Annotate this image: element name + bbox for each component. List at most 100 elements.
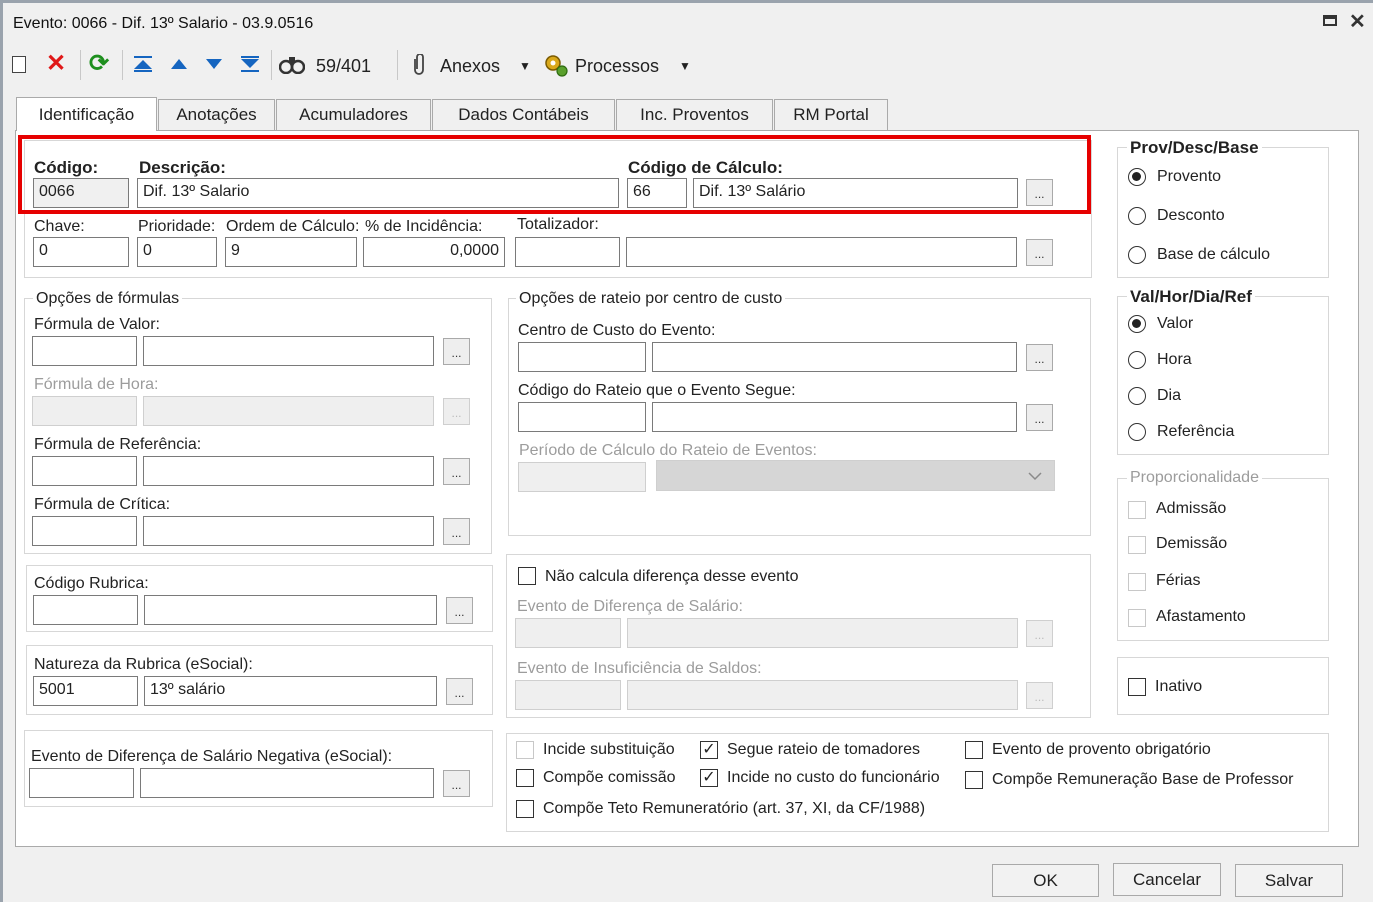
last-record-icon[interactable] xyxy=(239,55,261,73)
formula-critica-label: Fórmula de Crítica: xyxy=(34,496,171,513)
totalizador-field[interactable] xyxy=(515,237,620,267)
rubrica-desc-field[interactable] xyxy=(144,595,437,625)
processes-gear-icon xyxy=(545,55,568,77)
save-button[interactable]: Salvar xyxy=(1235,864,1343,897)
difneg-lookup-button[interactable]: ... xyxy=(443,770,470,797)
valor-radio[interactable] xyxy=(1128,315,1146,333)
natureza-lookup-button[interactable]: ... xyxy=(446,678,473,705)
tab-anotacoes[interactable]: Anotações xyxy=(158,99,275,130)
inativo-label: Inativo xyxy=(1155,678,1203,695)
cancel-button[interactable]: Cancelar xyxy=(1113,863,1221,896)
demissao-label: Demissão xyxy=(1156,535,1228,552)
formula-critica-code-field[interactable] xyxy=(32,516,137,546)
compoe-remuneracao-checkbox[interactable] xyxy=(965,771,983,789)
dia-radio[interactable] xyxy=(1128,387,1146,405)
chevron-down-icon: ▼ xyxy=(679,59,691,73)
periodo-rateio-field xyxy=(518,462,646,492)
compoe-comissao-label: Compõe comissão xyxy=(543,769,676,786)
evento-insuf-desc-field xyxy=(627,680,1018,710)
formula-valor-desc-field[interactable] xyxy=(143,336,434,366)
rubrica-code-field[interactable] xyxy=(33,595,138,625)
valor-label: Valor xyxy=(1157,315,1194,332)
difneg-code-field[interactable] xyxy=(29,768,134,798)
referencia-label: Referência xyxy=(1157,423,1235,440)
totalizador-desc-field[interactable] xyxy=(626,237,1017,267)
demissao-checkbox xyxy=(1128,536,1146,554)
next-record-icon[interactable] xyxy=(204,57,224,71)
prioridade-field[interactable]: 0 xyxy=(137,237,217,267)
delete-icon[interactable]: ✕ xyxy=(45,52,67,76)
evento-insuf-code-field xyxy=(515,680,621,710)
codigo-rateio-code-field[interactable] xyxy=(518,402,646,432)
codigo-calculo-desc-field[interactable]: Dif. 13º Salário xyxy=(693,178,1018,208)
incide-custo-label: Incide no custo do funcionário xyxy=(727,769,940,786)
ordem-calculo-field[interactable]: 9 xyxy=(225,237,357,267)
first-record-icon[interactable] xyxy=(132,55,154,73)
difneg-desc-field[interactable] xyxy=(140,768,434,798)
chevron-down-icon xyxy=(1028,472,1042,481)
hora-label: Hora xyxy=(1157,351,1192,368)
referencia-radio[interactable] xyxy=(1128,423,1146,441)
codigo-calculo-field[interactable]: 66 xyxy=(627,178,687,208)
natureza-desc-field[interactable]: 13º salário xyxy=(144,676,437,706)
evento-obrigatorio-checkbox[interactable] xyxy=(965,741,983,759)
formula-valor-label: Fórmula de Valor: xyxy=(34,316,160,333)
ok-button[interactable]: OK xyxy=(992,864,1099,897)
compoe-comissao-checkbox[interactable] xyxy=(516,769,534,787)
provento-radio[interactable] xyxy=(1128,168,1146,186)
close-icon[interactable]: ✕ xyxy=(1349,9,1366,34)
search-binoculars-icon[interactable] xyxy=(279,54,305,74)
processos-button[interactable]: Processos ▼ xyxy=(543,50,693,80)
tab-acumuladores[interactable]: Acumuladores xyxy=(276,99,431,130)
centro-custo-code-field[interactable] xyxy=(518,342,646,372)
hora-radio[interactable] xyxy=(1128,351,1146,369)
centro-custo-desc-field[interactable] xyxy=(652,342,1017,372)
maximize-icon[interactable] xyxy=(1323,15,1337,26)
evento-dif-code-field xyxy=(515,618,621,648)
incidencia-field[interactable]: 0,0000 xyxy=(363,237,505,267)
codigo-rateio-desc-field[interactable] xyxy=(652,402,1017,432)
tab-dados-contabeis[interactable]: Dados Contábeis xyxy=(432,99,615,130)
formula-valor-code-field[interactable] xyxy=(32,336,137,366)
previous-record-icon[interactable] xyxy=(169,57,189,71)
codigo-calculo-label: Código de Cálculo: xyxy=(628,158,783,177)
compoe-remuneracao-label: Compõe Remuneração Base de Professor xyxy=(992,771,1294,788)
formula-critica-desc-field[interactable] xyxy=(143,516,434,546)
tab-identificacao[interactable]: Identificação xyxy=(16,97,157,131)
refresh-icon[interactable]: ⟳ xyxy=(87,50,111,78)
attachment-icon xyxy=(414,54,424,75)
formula-valor-lookup-button[interactable]: ... xyxy=(443,338,470,365)
formula-referencia-label: Fórmula de Referência: xyxy=(34,436,202,453)
natureza-code-field[interactable]: 5001 xyxy=(33,676,138,706)
tab-inc-proventos[interactable]: Inc. Proventos xyxy=(616,99,773,130)
inativo-group xyxy=(1117,657,1329,715)
formula-referencia-code-field[interactable] xyxy=(32,456,137,486)
incide-custo-checkbox[interactable]: ✓ xyxy=(700,769,718,787)
formula-referencia-lookup-button[interactable]: ... xyxy=(443,458,470,485)
inativo-checkbox[interactable] xyxy=(1128,678,1146,696)
codigo-rateio-lookup-button[interactable]: ... xyxy=(1026,404,1053,431)
rateio-title: Opções de rateio por centro de custo xyxy=(516,290,786,308)
desconto-radio[interactable] xyxy=(1128,207,1146,225)
new-document-icon[interactable] xyxy=(12,56,26,73)
centro-custo-lookup-button[interactable]: ... xyxy=(1026,344,1053,371)
anexos-button[interactable]: Anexos ▼ xyxy=(407,50,535,80)
segue-rateio-checkbox[interactable]: ✓ xyxy=(700,741,718,759)
compoe-teto-checkbox[interactable] xyxy=(516,800,534,818)
formulas-title: Opções de fórmulas xyxy=(33,290,183,308)
codigo-calculo-lookup-button[interactable]: ... xyxy=(1026,179,1053,206)
chave-field[interactable]: 0 xyxy=(33,237,129,267)
totalizador-lookup-button[interactable]: ... xyxy=(1026,239,1053,266)
difneg-label: Evento de Diferença de Salário Negativa … xyxy=(31,748,393,765)
descricao-field[interactable]: Dif. 13º Salario xyxy=(137,178,619,208)
centro-custo-label: Centro de Custo do Evento: xyxy=(518,322,716,339)
nao-calcula-checkbox[interactable] xyxy=(518,567,536,585)
tab-rm-portal[interactable]: RM Portal xyxy=(774,99,888,130)
base-calculo-radio[interactable] xyxy=(1128,246,1146,264)
formula-critica-lookup-button[interactable]: ... xyxy=(443,518,470,545)
rubrica-lookup-button[interactable]: ... xyxy=(446,597,473,624)
formula-referencia-desc-field[interactable] xyxy=(143,456,434,486)
formula-hora-lookup-button: ... xyxy=(443,398,470,425)
incide-substituicao-label: Incide substituição xyxy=(543,741,675,758)
codigo-field[interactable]: 0066 xyxy=(33,178,129,208)
